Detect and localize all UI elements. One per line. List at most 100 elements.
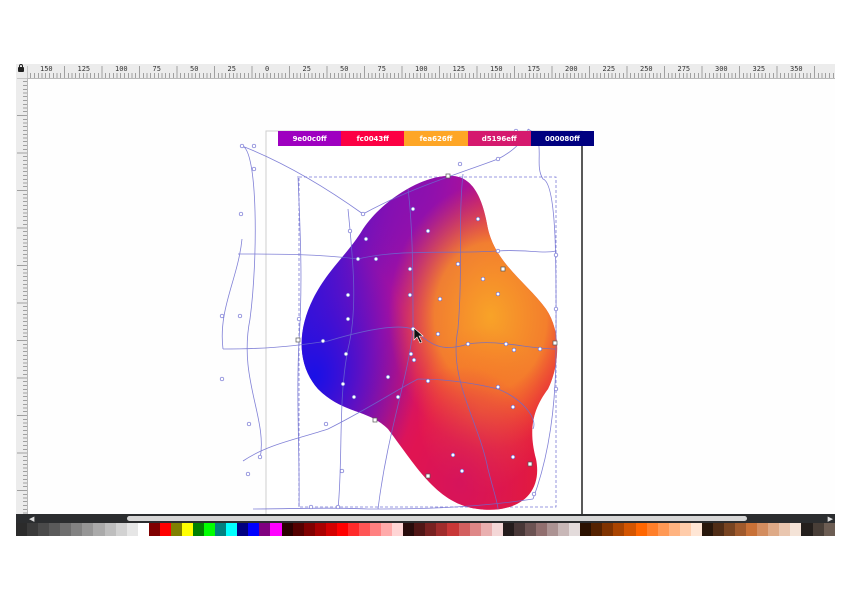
palette-swatch[interactable] xyxy=(82,523,94,536)
gradient-stop-2[interactable]: fc0043ff xyxy=(341,131,405,146)
palette-swatch[interactable] xyxy=(170,523,182,536)
palette-swatch[interactable] xyxy=(336,523,348,536)
palette-swatch[interactable] xyxy=(248,523,260,536)
palette-swatch[interactable] xyxy=(558,523,570,536)
palette-swatch[interactable] xyxy=(403,523,415,536)
palette-swatch[interactable] xyxy=(414,523,426,536)
palette-swatch[interactable] xyxy=(49,523,61,536)
ruler-label: 150 xyxy=(490,65,503,73)
palette-swatch[interactable] xyxy=(602,523,614,536)
palette-swatch[interactable] xyxy=(502,523,514,536)
palette-swatch[interactable] xyxy=(580,523,592,536)
palette-swatch[interactable] xyxy=(193,523,205,536)
palette-swatch[interactable] xyxy=(27,523,39,536)
palette-swatch[interactable] xyxy=(712,523,724,536)
palette-swatch[interactable] xyxy=(790,523,802,536)
palette-swatch[interactable] xyxy=(668,523,680,536)
ruler-label: 275 xyxy=(677,65,691,73)
palette-swatch[interactable] xyxy=(270,523,282,536)
palette-swatch[interactable] xyxy=(469,523,481,536)
palette-swatch[interactable] xyxy=(613,523,625,536)
ruler-label: 325 xyxy=(752,65,766,73)
palette-swatch[interactable] xyxy=(314,523,326,536)
palette-swatch[interactable] xyxy=(370,523,382,536)
palette-swatch[interactable] xyxy=(38,523,50,536)
palette-swatch[interactable] xyxy=(126,523,138,536)
scroll-right-icon[interactable]: ▶ xyxy=(828,515,833,523)
palette-swatch[interactable] xyxy=(281,523,293,536)
editor-window: 150 125 100 75 50 25 0 25 50 75 100 125 150 175 200 225… xyxy=(16,64,835,536)
palette-swatch[interactable] xyxy=(569,523,581,536)
palette-swatch[interactable] xyxy=(690,523,702,536)
palette-swatch[interactable] xyxy=(148,523,160,536)
palette-swatch[interactable] xyxy=(71,523,83,536)
palette-swatch[interactable] xyxy=(303,523,315,536)
guide-lock-toggle[interactable] xyxy=(16,64,27,78)
palette-swatch[interactable] xyxy=(779,523,791,536)
palette-swatch[interactable] xyxy=(226,523,238,536)
palette-swatch[interactable] xyxy=(679,523,691,536)
palette-swatch[interactable] xyxy=(757,523,769,536)
palette-swatch[interactable] xyxy=(746,523,758,536)
palette-swatch[interactable] xyxy=(657,523,669,536)
palette-swatch[interactable] xyxy=(292,523,304,536)
vertical-ruler[interactable] xyxy=(16,78,28,514)
drawing-canvas[interactable]: 9e00c0ff fc0043ff fea626ff d5196eff 000080ff xyxy=(28,79,835,514)
palette-swatch[interactable] xyxy=(458,523,470,536)
palette-swatch[interactable] xyxy=(425,523,437,536)
palette-swatch[interactable] xyxy=(392,523,404,536)
gradient-stop-1[interactable]: 9e00c0ff xyxy=(278,131,342,146)
palette-swatch[interactable] xyxy=(591,523,603,536)
scrollbar-thumb[interactable] xyxy=(127,516,747,521)
palette-swatch[interactable] xyxy=(635,523,647,536)
palette-swatch[interactable] xyxy=(325,523,337,536)
palette-swatch[interactable] xyxy=(215,523,227,536)
palette-swatch[interactable] xyxy=(535,523,547,536)
ruler-label: 100 xyxy=(415,65,428,73)
palette-swatch[interactable] xyxy=(381,523,393,536)
palette-swatch[interactable] xyxy=(60,523,72,536)
palette-swatch[interactable] xyxy=(16,523,28,536)
palette-swatch[interactable] xyxy=(347,523,359,536)
palette-swatch[interactable] xyxy=(181,523,193,536)
ruler-label: 75 xyxy=(377,65,386,73)
palette-swatch[interactable] xyxy=(93,523,105,536)
gradient-stop-5[interactable]: 000080ff xyxy=(530,131,595,146)
gradient-stop-3[interactable]: fea626ff xyxy=(404,131,468,146)
ruler-label: 75 xyxy=(152,65,161,73)
palette-swatch[interactable] xyxy=(801,523,813,536)
palette-swatch[interactable] xyxy=(115,523,127,536)
ruler-label: 25 xyxy=(227,65,236,73)
ruler-label: 125 xyxy=(452,65,466,73)
color-palette xyxy=(16,523,835,536)
palette-swatch[interactable] xyxy=(237,523,249,536)
gradient-stop-4[interactable]: d5196eff xyxy=(467,131,531,146)
palette-swatch[interactable] xyxy=(823,523,835,536)
palette-swatch[interactable] xyxy=(436,523,448,536)
horizontal-ruler[interactable]: 150 125 100 75 50 25 0 25 50 75 100 125 150 175 200 225… xyxy=(27,64,835,79)
palette-swatch[interactable] xyxy=(259,523,271,536)
palette-swatch[interactable] xyxy=(480,523,492,536)
palette-swatch[interactable] xyxy=(524,523,536,536)
palette-swatch[interactable] xyxy=(812,523,824,536)
palette-swatch[interactable] xyxy=(724,523,736,536)
palette-swatch[interactable] xyxy=(491,523,503,536)
palette-swatch[interactable] xyxy=(646,523,658,536)
palette-swatch[interactable] xyxy=(701,523,713,536)
ruler-label: 100 xyxy=(115,65,128,73)
palette-swatch[interactable] xyxy=(137,523,149,536)
ruler-label: 125 xyxy=(77,65,91,73)
palette-swatch[interactable] xyxy=(104,523,116,536)
horizontal-scrollbar[interactable]: ◀ ▶ xyxy=(27,514,835,523)
palette-swatch[interactable] xyxy=(447,523,459,536)
ruler-label: 25 xyxy=(302,65,311,73)
palette-swatch[interactable] xyxy=(735,523,747,536)
palette-swatch[interactable] xyxy=(358,523,370,536)
scroll-left-icon[interactable]: ◀ xyxy=(29,515,34,523)
palette-swatch[interactable] xyxy=(624,523,636,536)
palette-swatch[interactable] xyxy=(204,523,216,536)
palette-swatch[interactable] xyxy=(159,523,171,536)
palette-swatch[interactable] xyxy=(547,523,559,536)
palette-swatch[interactable] xyxy=(513,523,525,536)
palette-swatch[interactable] xyxy=(768,523,780,536)
